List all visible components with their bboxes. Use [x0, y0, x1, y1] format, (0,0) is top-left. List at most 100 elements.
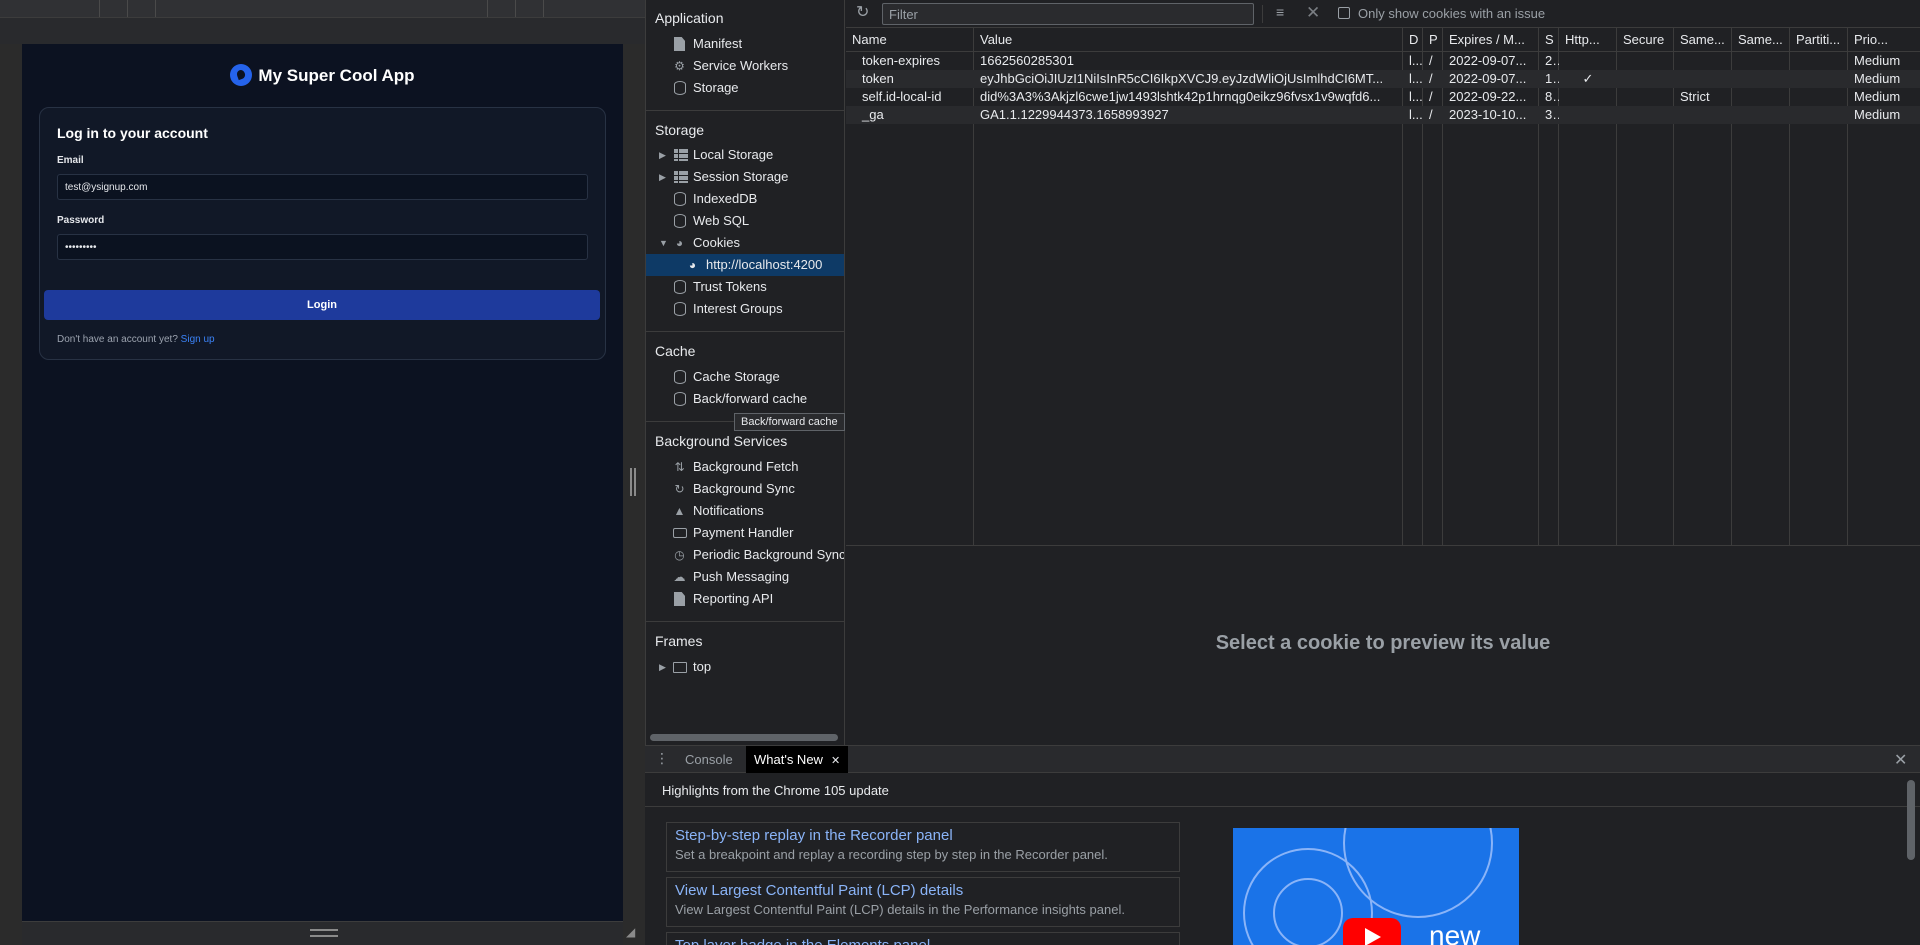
column-header-partition-key[interactable]: Partiti...: [1790, 28, 1848, 52]
whats-new-card[interactable]: Top layer badge in the Elements panel: [666, 932, 1180, 945]
section-header-frames: Frames: [655, 633, 703, 649]
sidebar-item-periodic-background-sync[interactable]: ◷ Periodic Background Sync: [646, 544, 844, 566]
sidebar-item-interest-groups[interactable]: Interest Groups: [646, 298, 844, 320]
device-toolbar-segment[interactable]: [488, 0, 516, 17]
sidebar-item-cookies[interactable]: ▼ ◕ Cookies: [646, 232, 844, 254]
promo-text: new: [1429, 920, 1481, 945]
sidebar-item-background-sync[interactable]: ↻ Background Sync: [646, 478, 844, 500]
close-icon[interactable]: ✕: [831, 755, 840, 767]
column-header-value[interactable]: Value: [974, 28, 1403, 52]
login-card: Log in to your account Email test@ysignu…: [39, 107, 606, 360]
expand-arrow-icon[interactable]: ▶: [659, 656, 666, 678]
database-icon: [674, 370, 686, 384]
whats-new-card[interactable]: Step-by-step replay in the Recorder pane…: [666, 822, 1180, 872]
sidebar-item-background-fetch[interactable]: ⇅ Background Fetch: [646, 456, 844, 478]
sidebar-scrollbar[interactable]: [650, 734, 838, 741]
section-divider: [646, 110, 844, 111]
table-row[interactable]: _ga GA1.1.1229944373.1658993927 l... / 2023-…: [846, 106, 1920, 124]
table-cell: [1674, 106, 1732, 124]
column-header-expires[interactable]: Expires / M...: [1443, 28, 1539, 52]
table-row[interactable]: self.id-local-id did%3A3%3Akjzl6cwe1jw149…: [846, 88, 1920, 106]
table-cell: [1617, 88, 1674, 106]
tab-whats-new[interactable]: What's New ✕: [746, 746, 849, 773]
table-cell: Medium: [1854, 53, 1901, 68]
sidebar-item-storage[interactable]: Storage: [646, 77, 844, 99]
whats-new-card-title[interactable]: View Largest Contentful Paint (LCP) deta…: [675, 882, 1171, 899]
column-header-priority[interactable]: Prio...: [1848, 28, 1920, 52]
delete-selected-icon[interactable]: ✕: [1306, 3, 1320, 23]
sidebar-item-label: Background Fetch: [693, 459, 799, 474]
application-sidebar: Application Manifest ⚙ Service Workers S…: [645, 0, 845, 745]
sidebar-item-cache-storage[interactable]: Cache Storage: [646, 366, 844, 388]
whats-new-heading: Highlights from the Chrome 105 update: [662, 783, 889, 798]
sidebar-item-trust-tokens[interactable]: Trust Tokens: [646, 276, 844, 298]
panel-splitter-icon[interactable]: [630, 468, 636, 496]
clear-filtered-cookies-icon[interactable]: ≡: [1276, 4, 1284, 20]
sidebar-item-local-storage[interactable]: ▶ Local Storage: [646, 144, 844, 166]
device-bottom-bar: [22, 921, 623, 945]
email-field[interactable]: test@ysignup.com: [57, 174, 588, 200]
column-header-sameparty[interactable]: Same...: [1732, 28, 1790, 52]
table-cell: [1674, 70, 1732, 88]
close-drawer-icon[interactable]: ✕: [1894, 750, 1907, 770]
sidebar-item-back-forward-cache[interactable]: Back/forward cache: [646, 388, 844, 410]
signup-link[interactable]: Sign up: [181, 334, 215, 345]
sidebar-item-session-storage[interactable]: ▶ Session Storage: [646, 166, 844, 188]
whats-new-video-thumbnail[interactable]: new: [1233, 828, 1519, 945]
expand-arrow-icon[interactable]: ▶: [659, 144, 666, 166]
device-toolbar-segment[interactable]: [156, 0, 488, 17]
table-cell: /: [1429, 71, 1433, 86]
drag-handle-icon[interactable]: [310, 929, 338, 937]
sidebar-item-notifications[interactable]: ▲ Notifications: [646, 500, 844, 522]
filter-input[interactable]: [882, 3, 1254, 25]
table-cell: [1559, 52, 1617, 70]
database-icon: [674, 280, 686, 294]
sidebar-item-cookie-origin[interactable]: ◕ http://localhost:4200: [646, 254, 844, 276]
whats-new-card-title[interactable]: Top layer badge in the Elements panel: [675, 937, 1171, 945]
sidebar-item-service-workers[interactable]: ⚙ Service Workers: [646, 55, 844, 77]
drawer-scrollbar[interactable]: [1907, 780, 1915, 860]
device-toolbar-segment[interactable]: [128, 0, 156, 17]
device-toolbar-segment[interactable]: [0, 0, 100, 17]
section-divider: [646, 331, 844, 332]
table-cell: Medium: [1854, 71, 1901, 86]
login-button[interactable]: Login: [44, 290, 600, 320]
more-options-icon[interactable]: ⋮: [655, 750, 669, 767]
app-logo-icon: [230, 64, 253, 86]
column-header-size[interactable]: S: [1539, 28, 1559, 52]
sidebar-item-manifest[interactable]: Manifest: [646, 33, 844, 55]
sidebar-item-reporting-api[interactable]: Reporting API: [646, 588, 844, 610]
column-header-samesite[interactable]: Same...: [1674, 28, 1732, 52]
table-preview-divider[interactable]: [846, 545, 1920, 546]
table-cell: [1617, 70, 1674, 88]
table-cell: [1674, 52, 1732, 70]
column-header-path[interactable]: P: [1423, 28, 1443, 52]
table-cell: /: [1429, 53, 1433, 68]
collapse-arrow-icon[interactable]: ▼: [659, 232, 668, 254]
login-title: Log in to your account: [57, 125, 208, 141]
refresh-icon[interactable]: ↻: [856, 5, 872, 21]
device-toolbar: [0, 0, 645, 18]
sidebar-item-web-sql[interactable]: Web SQL: [646, 210, 844, 232]
section-divider: [645, 806, 1920, 807]
device-toolbar-segment[interactable]: [516, 0, 544, 17]
table-row[interactable]: token-expires 1662560285301 l... / 2022-09-0…: [846, 52, 1920, 70]
column-header-name[interactable]: Name: [846, 28, 974, 52]
whats-new-card[interactable]: View Largest Contentful Paint (LCP) deta…: [666, 877, 1180, 927]
column-header-secure[interactable]: Secure: [1617, 28, 1674, 52]
sidebar-item-indexeddb[interactable]: IndexedDB: [646, 188, 844, 210]
whats-new-card-title[interactable]: Step-by-step replay in the Recorder pane…: [675, 827, 1171, 844]
youtube-play-icon[interactable]: [1343, 918, 1401, 945]
sidebar-item-frame-top[interactable]: ▶ top: [646, 656, 844, 678]
table-row[interactable]: token eyJhbGciOiJIUzI1NiIsInR5cCI6IkpXVCJ…: [846, 70, 1920, 88]
sidebar-item-payment-handler[interactable]: Payment Handler: [646, 522, 844, 544]
resize-corner-icon[interactable]: ◢: [626, 925, 635, 939]
sidebar-item-push-messaging[interactable]: ☁ Push Messaging: [646, 566, 844, 588]
tab-console[interactable]: Console: [677, 746, 741, 773]
expand-arrow-icon[interactable]: ▶: [659, 166, 666, 188]
password-field[interactable]: •••••••••: [57, 234, 588, 260]
issue-filter-checkbox[interactable]: [1338, 7, 1350, 19]
column-header-domain[interactable]: D: [1403, 28, 1423, 52]
device-toolbar-segment[interactable]: [100, 0, 128, 17]
column-header-httponly[interactable]: Http...: [1559, 28, 1617, 52]
